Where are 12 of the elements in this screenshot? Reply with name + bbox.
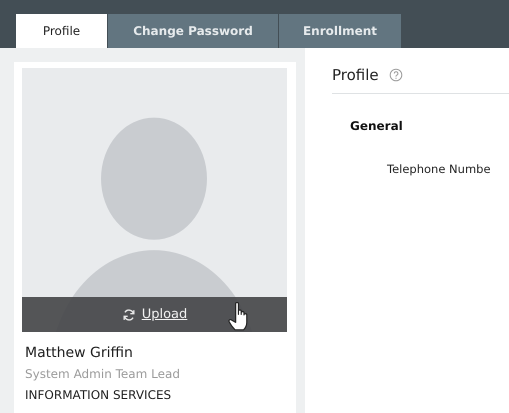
section-heading: General <box>350 119 403 133</box>
user-name: Matthew Griffin <box>25 344 134 363</box>
tab[interactable]: Change Password <box>108 14 278 48</box>
tab[interactable]: Enrollment <box>279 14 401 48</box>
refresh-icon <box>122 308 136 322</box>
page-heading: Profile <box>332 66 379 84</box>
tab[interactable]: Profile <box>16 14 107 48</box>
job-title: System Admin Team Lead <box>25 366 181 383</box>
field-label: Telephone Numbe <box>387 162 491 176</box>
upload-link[interactable]: Upload <box>142 307 188 322</box>
department-name: INFORMATION SERVICES <box>25 387 172 404</box>
help-icon[interactable] <box>388 68 403 82</box>
